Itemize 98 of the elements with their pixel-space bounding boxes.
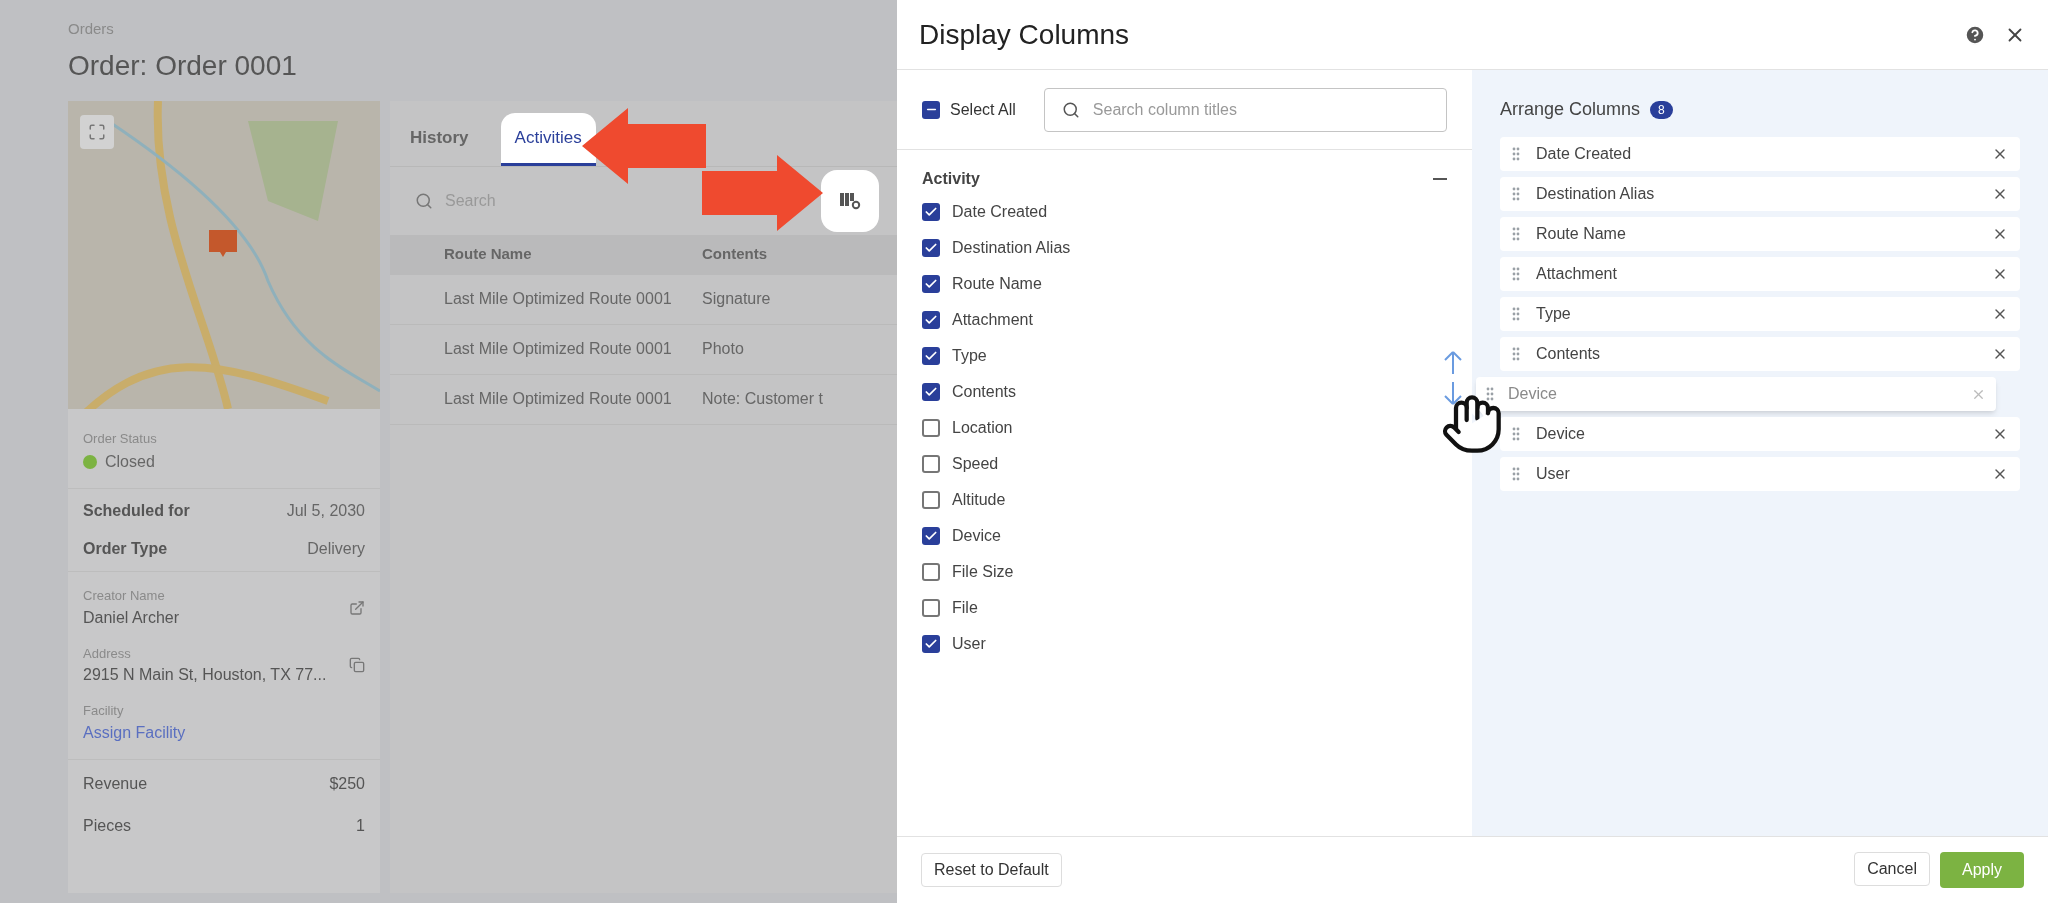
arranged-column[interactable]: Device [1500, 417, 2020, 451]
column-option[interactable]: Device [922, 518, 1447, 554]
column-option[interactable]: Route Name [922, 266, 1447, 302]
checkbox[interactable] [922, 599, 940, 617]
checkbox[interactable] [922, 491, 940, 509]
map-marker-icon [208, 228, 238, 259]
help-icon[interactable] [1964, 23, 1986, 46]
checkbox[interactable] [922, 100, 940, 119]
field-label: Order Status [83, 429, 158, 448]
checkmark-icon [924, 637, 938, 651]
fullscreen-icon [88, 122, 106, 141]
drag-handle-icon[interactable] [1512, 347, 1520, 361]
copy-icon[interactable] [349, 657, 365, 674]
checkmark-icon [924, 349, 938, 363]
checkmark-icon [924, 205, 938, 219]
checkmark-icon [924, 529, 938, 543]
drag-handle-icon[interactable] [1512, 147, 1520, 161]
fullscreen-button[interactable] [80, 114, 114, 149]
minus-icon [1433, 178, 1447, 180]
table-cell-text: Photo [702, 339, 744, 359]
table-cell-text: Last Mile Optimized Route 0001 [443, 339, 673, 359]
drag-handle-icon[interactable] [1486, 387, 1494, 401]
up-down-arrows-icon [1441, 350, 1465, 406]
drag-handle-icon[interactable] [1512, 267, 1520, 281]
arranged-column[interactable]: Attachment [1500, 257, 2020, 291]
arranged-column[interactable]: Type [1500, 297, 2020, 331]
column-option[interactable]: File [922, 590, 1447, 626]
page-title: Order: Order 0001 [68, 48, 298, 83]
column-option[interactable]: Contents [922, 374, 1447, 410]
column-settings-button[interactable] [821, 169, 879, 232]
group-title: Activity [922, 169, 980, 189]
drag-handle-icon[interactable] [1512, 187, 1520, 201]
drag-handle-icon[interactable] [1512, 227, 1520, 241]
arranged-column[interactable]: Contents [1500, 337, 2020, 371]
checkbox[interactable] [922, 275, 940, 293]
checkmark-icon [924, 385, 938, 399]
column-option[interactable]: Speed [922, 446, 1447, 482]
tab[interactable]: Activities [500, 113, 596, 166]
arrange-title: Arrange Columns [1500, 98, 1641, 121]
detail-label: Revenue [83, 773, 148, 794]
detail-value: 1 [356, 815, 365, 836]
checkbox[interactable] [922, 347, 940, 365]
detail-label: Pieces [83, 815, 132, 836]
checkmark-icon [924, 313, 938, 327]
dialog-title: Display Columns [919, 17, 1130, 52]
detail-value: Jul 5, 2030 [286, 501, 365, 521]
field-label: Creator Name [83, 587, 166, 605]
column-option[interactable]: Destination Alias [922, 230, 1447, 266]
column-option[interactable]: File Size [922, 554, 1447, 590]
arranged-column[interactable]: Date Created [1500, 137, 2020, 171]
field-value: Daniel Archer [83, 607, 180, 628]
checkbox[interactable] [922, 527, 940, 545]
detail-value: $250 [329, 773, 365, 794]
detail-label: Order Type [83, 539, 168, 559]
drag-handle-icon[interactable] [1512, 307, 1520, 321]
search-icon [415, 191, 433, 210]
column-option[interactable]: User [922, 626, 1447, 662]
checkbox[interactable] [922, 203, 940, 221]
field-value: 2915 N Main St, Houston, TX 77... [83, 665, 327, 685]
detail-value: Delivery [307, 539, 365, 559]
dragged-column[interactable]: Device [1476, 377, 1996, 411]
checkbox[interactable] [922, 239, 940, 257]
columns-gear-icon [839, 191, 861, 210]
search-field[interactable]: Search column titles [1043, 87, 1447, 132]
external-link-icon[interactable] [349, 599, 365, 616]
column-option[interactable]: Date Created [922, 194, 1447, 230]
checkbox[interactable] [922, 563, 940, 581]
field-label: Facility [83, 702, 125, 720]
table-cell-text: Signature [702, 289, 771, 309]
checkbox[interactable] [922, 455, 940, 473]
table-cell-text: Note: Customer t [702, 389, 823, 409]
hand-cursor-icon [1440, 392, 1504, 456]
table-cell-text: Last Mile Optimized Route 0001 [443, 289, 673, 309]
cancel-button[interactable]: Cancel [1854, 852, 1930, 886]
drag-handle-icon[interactable] [1512, 467, 1520, 481]
arrow-annotation-icon [700, 153, 825, 233]
drag-handle-icon[interactable] [1512, 427, 1520, 441]
checkbox[interactable] [922, 383, 940, 401]
table-cell-text: Last Mile Optimized Route 0001 [443, 389, 673, 409]
arranged-column[interactable]: User [1500, 457, 2020, 491]
column-option[interactable]: Altitude [922, 482, 1447, 518]
checkbox[interactable] [922, 419, 940, 437]
checkmark-icon [924, 241, 938, 255]
arranged-column[interactable]: Route Name [1500, 217, 2020, 251]
checkmark-icon [924, 277, 938, 291]
checkbox[interactable] [922, 311, 940, 329]
column-option[interactable]: Location [922, 410, 1447, 446]
count-badge: 8 [1650, 100, 1673, 119]
arranged-column[interactable]: Destination Alias [1500, 177, 2020, 211]
checkbox[interactable] [922, 635, 940, 653]
field-label: Address [83, 644, 132, 663]
reset-button[interactable]: Reset to Default [921, 853, 1062, 887]
select-all-checkbox[interactable]: Select All [922, 97, 1016, 122]
search-icon [1061, 100, 1080, 119]
column-option[interactable]: Attachment [922, 302, 1447, 338]
detail-label: Scheduled for [83, 501, 190, 521]
status-text: Closed [105, 452, 155, 472]
column-option[interactable]: Type [922, 338, 1447, 374]
